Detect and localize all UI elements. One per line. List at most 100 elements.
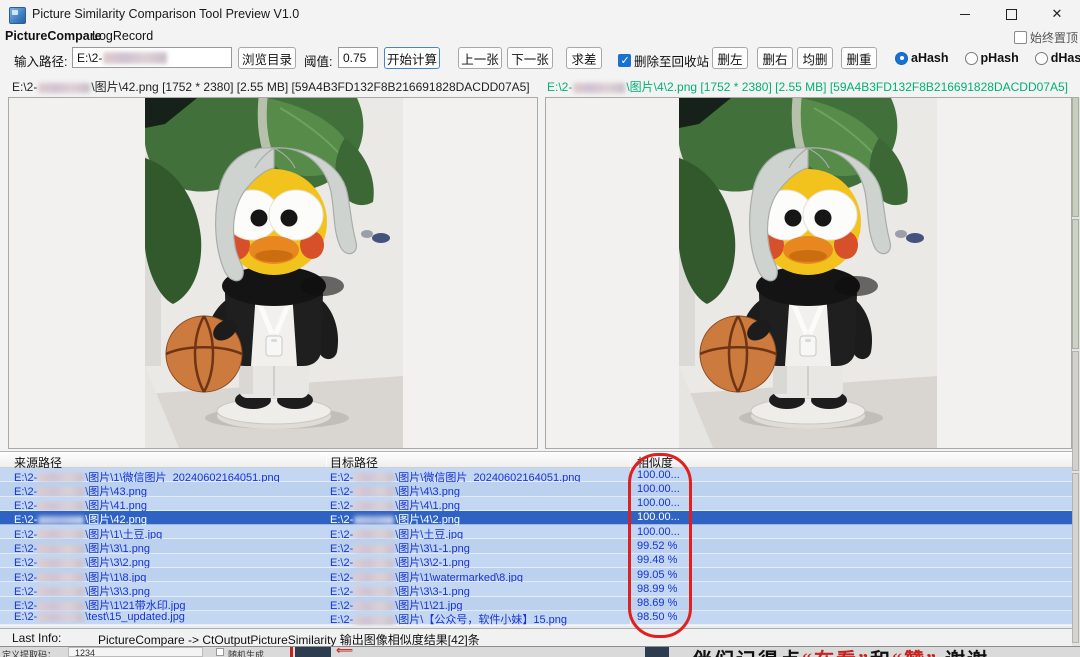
hash-radio-dhash[interactable]: dHash: [1035, 51, 1080, 65]
window-title: Picture Similarity Comparison Tool Previ…: [32, 7, 299, 21]
delete-right-button[interactable]: 删右: [757, 47, 793, 69]
similarity-value: 100.00...: [637, 526, 697, 538]
app-icon: [9, 7, 26, 24]
target-image: [679, 98, 937, 448]
hash-radio-phash[interactable]: pHash: [965, 51, 1019, 65]
file-info-row: E:\2-\图片\42.png [1752 * 2380] [2.55 MB] …: [0, 76, 1080, 96]
menu-picturecompare[interactable]: PictureCompare: [5, 29, 102, 43]
table-row[interactable]: E:\2-\图片\42.pngE:\2-\图片\4\2.png100.00...: [0, 511, 1072, 525]
similarity-value: 100.00...: [637, 483, 697, 495]
redacted-path: [354, 602, 394, 611]
table-row[interactable]: E:\2-\test\15_updated.jpgE:\2-\图片\【公众号，软…: [0, 611, 1072, 625]
redacted-path: [354, 587, 394, 596]
similarity-value: 98.99 %: [637, 583, 697, 595]
radio-icon: [1035, 52, 1048, 65]
redacted-path: [38, 487, 84, 496]
always-on-top-checkbox[interactable]: 始终置顶: [1014, 29, 1078, 46]
redacted-path: [354, 516, 394, 525]
maximize-button[interactable]: [988, 0, 1034, 28]
table-row[interactable]: E:\2-\图片\1\21带水印.jpgE:\2-\图片\1\21.jpg98.…: [0, 597, 1072, 611]
right-file-info: E:\2-\图片\4\2.png [1752 * 2380] [2.55 MB]…: [547, 78, 1068, 95]
checkbox-icon: [1014, 31, 1027, 44]
similarity-value: 100.00...: [637, 511, 697, 523]
similarity-value: 99.48 %: [637, 554, 697, 566]
source-image: [145, 98, 403, 448]
similarity-value: 99.05 %: [637, 569, 697, 581]
source-image-panel[interactable]: [8, 97, 538, 449]
table-row[interactable]: E:\2-\图片\1\微信图片_20240602164051.pngE:\2-\…: [0, 468, 1072, 482]
start-compute-button[interactable]: 开始计算: [384, 47, 440, 69]
close-button[interactable]: ✕: [1034, 0, 1080, 28]
table-row[interactable]: E:\2-\图片\3\3.pngE:\2-\图片\3\3-1.png98.99 …: [0, 582, 1072, 596]
table-row[interactable]: E:\2-\图片\1\土豆.jpgE:\2-\图片\土豆.jpg100.00..…: [0, 525, 1072, 539]
next-image-button[interactable]: 下一张: [507, 47, 553, 69]
title-bar: Picture Similarity Comparison Tool Previ…: [0, 0, 1080, 28]
redacted-path: [354, 502, 394, 511]
left-file-info: E:\2-\图片\42.png [1752 * 2380] [2.55 MB] …: [12, 78, 530, 95]
threshold-label: 阈值:: [304, 51, 332, 70]
redacted-path: [354, 473, 394, 482]
dark-block: [645, 647, 669, 657]
redacted-path: [38, 587, 84, 596]
prev-image-button[interactable]: 上一张: [458, 47, 502, 69]
redacted-path: [38, 559, 84, 568]
table-header: 来源路径 目标路径 相似度: [0, 451, 1072, 468]
redacted-path: [354, 487, 394, 496]
input-path-field[interactable]: E:\2-: [72, 47, 232, 68]
status-bar: Last Info: PictureCompare -> CtOutputPic…: [0, 628, 1080, 646]
table-row[interactable]: E:\2-\图片\3\1.pngE:\2-\图片\3\1-1.png99.52 …: [0, 539, 1072, 553]
table-row[interactable]: E:\2-\图片\1\8.jpgE:\2-\图片\1\watermarked\8…: [0, 568, 1072, 582]
redacted-path: [38, 473, 84, 482]
code-label: 定义提取码：: [2, 648, 56, 657]
redacted-path: [573, 83, 625, 93]
redacted-path: [38, 502, 84, 511]
redacted-path: [354, 545, 394, 554]
delete-both-button[interactable]: 均删: [797, 47, 833, 69]
checkbox-checked-icon: [618, 54, 631, 67]
promo-text: 伴们记得点“在看”和“赞” 谢谢: [692, 646, 989, 657]
red-bar: [290, 647, 293, 657]
red-arrow-icon: ⟸: [336, 646, 353, 657]
minimize-button[interactable]: [942, 0, 988, 28]
browse-button[interactable]: 浏览目录: [238, 47, 296, 69]
target-image-panel[interactable]: [545, 97, 1072, 449]
delete-dup-button[interactable]: 删重: [841, 47, 877, 69]
hash-radio-ahash[interactable]: aHash: [895, 51, 949, 65]
app-window: Picture Similarity Comparison Tool Previ…: [0, 0, 1080, 657]
table-row[interactable]: E:\2-\图片\41.pngE:\2-\图片\4\1.png100.00...: [0, 497, 1072, 511]
random-checkbox[interactable]: [216, 648, 224, 656]
toolbar: 输入路径: E:\2- 浏览目录 阈值: 0.75 开始计算 上一张 下一张 求…: [0, 45, 1080, 75]
occluded-window-sliver: [1072, 97, 1080, 646]
table-row[interactable]: E:\2-\图片\43.pngE:\2-\图片\4\3.png100.00...: [0, 482, 1072, 496]
redacted-path: [38, 530, 84, 539]
code-value-field[interactable]: 1234: [68, 647, 203, 657]
radio-icon: [965, 52, 978, 65]
radio-icon: [895, 52, 908, 65]
recycle-bin-checkbox[interactable]: 删除至回收站: [618, 51, 709, 70]
redacted-path: [354, 559, 394, 568]
background-window-strip: 定义提取码： 1234 随机生成 ⟸ 伴们记得点“在看”和“赞” 谢谢: [0, 646, 1080, 657]
hash-radio-group: aHash pHash dHash: [895, 51, 1080, 65]
similarity-value: 98.50 %: [637, 611, 697, 623]
redacted-path: [354, 616, 394, 625]
table-row[interactable]: E:\2-\图片\3\2.pngE:\2-\图片\3\2-1.png99.48 …: [0, 554, 1072, 568]
diff-button[interactable]: 求差: [566, 47, 602, 69]
similarity-value: 99.52 %: [637, 540, 697, 552]
results-table: E:\2-\图片\1\微信图片_20240602164051.pngE:\2-\…: [0, 468, 1072, 626]
redacted-path: [38, 516, 84, 525]
redacted-path: [38, 613, 84, 622]
delete-left-button[interactable]: 删左: [712, 47, 748, 69]
input-path-label: 输入路径:: [14, 51, 67, 70]
redacted-path: [38, 602, 84, 611]
status-label: Last Info:: [12, 631, 61, 645]
dark-block: [295, 647, 331, 657]
redacted-path: [354, 530, 394, 539]
redacted-path: [103, 52, 167, 64]
similarity-value: 100.00...: [637, 469, 697, 481]
threshold-field[interactable]: 0.75: [338, 47, 378, 68]
random-label: 随机生成: [228, 648, 264, 657]
menu-logrecord[interactable]: LogRecord: [92, 29, 153, 43]
similarity-value: 98.69 %: [637, 597, 697, 609]
menu-bar: PictureCompare LogRecord 始终置顶: [0, 28, 1080, 45]
redacted-path: [38, 545, 84, 554]
